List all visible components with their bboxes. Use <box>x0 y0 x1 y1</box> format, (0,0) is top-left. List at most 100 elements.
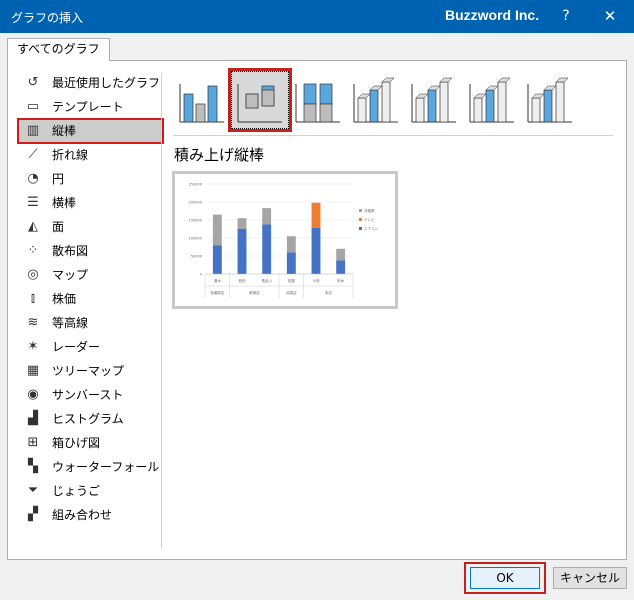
bar-エアコン <box>311 227 321 274</box>
combo-chart-icon: ▞ <box>28 507 38 522</box>
bar-冷蔵庫 <box>237 218 247 229</box>
bar-エアコン <box>336 260 346 274</box>
funnel-icon: ⏷ <box>27 483 39 498</box>
sidebar-item-line-chart[interactable]: ⟋ 折れ線 <box>18 143 163 167</box>
bar-エアコン <box>212 245 222 274</box>
legend-swatch <box>359 218 362 221</box>
sidebar-item-label: 円 <box>52 172 65 186</box>
category-label: 佐藤 <box>288 278 295 283</box>
stacked-column-option[interactable] <box>228 68 292 132</box>
sidebar-item-folder[interactable]: ▭ テンプレート <box>18 95 163 119</box>
clustered-column-option[interactable] <box>173 71 231 129</box>
sidebar-item-label: 箱ひげ図 <box>52 436 101 450</box>
stock-chart-icon: ⫾ <box>30 291 36 306</box>
sidebar-item-label: テンプレート <box>52 100 124 114</box>
sidebar-item-sunburst[interactable]: ◉ サンバースト <box>18 383 163 407</box>
sidebar-item-scatter-chart[interactable]: ⁘ 散布図 <box>18 239 163 263</box>
waterfall-icon: ▚ <box>28 459 38 474</box>
sidebar-item-label: マップ <box>52 268 89 282</box>
column-chart-icon: ▥ <box>26 123 40 138</box>
sidebar-item-area-chart[interactable]: ◭ 面 <box>18 215 163 239</box>
y-tick-label: 100000 <box>189 237 202 241</box>
3d-stacked-column-option[interactable] <box>405 71 463 129</box>
brand-label: Buzzword Inc. <box>445 7 540 23</box>
category-label: 鈴木 <box>337 278 344 283</box>
tab-all-charts[interactable]: すべてのグラフ <box>7 38 110 61</box>
ok-button[interactable]: OK <box>470 567 540 589</box>
sidebar-item-label: じょうご <box>52 484 101 498</box>
sidebar-item-label: 横棒 <box>52 196 77 210</box>
3d-column-icon <box>527 77 572 123</box>
dialog-title: グラフの挿入 <box>11 11 84 25</box>
category-label: 清水 <box>214 278 221 283</box>
sidebar-item-label: レーダー <box>52 340 101 354</box>
bar-エアコン <box>262 224 272 274</box>
close-button[interactable]: ✕ <box>597 0 623 33</box>
bar-テレビ <box>311 202 321 228</box>
group-label: 池袋店 <box>286 290 297 295</box>
sidebar-item-treemap[interactable]: ▦ ツリーマップ <box>18 359 163 383</box>
y-tick-label: 200000 <box>189 201 202 205</box>
category-label: 長谷川 <box>261 278 272 283</box>
bar-chart-icon: ☰ <box>27 195 39 210</box>
bar-エアコン <box>286 252 296 274</box>
help-button[interactable]: ? <box>553 0 579 33</box>
chart-panel: ↺ 最近使用したグラフ ▭ テンプレート ▥ 縦棒 ⟋ 折れ線 ◔ 円 ☰ 横棒 ◭ 面 ⁘ 散布図 ◎ マップ ⫾… <box>7 60 627 560</box>
sidebar-item-stock-chart[interactable]: ⫾ 株価 <box>18 287 163 311</box>
sidebar-item-column-chart[interactable]: ▥ 縦棒 <box>17 118 164 144</box>
radar-chart-icon: ✶ <box>27 339 39 354</box>
sidebar-item-pie-chart[interactable]: ◔ 円 <box>18 167 163 191</box>
sidebar-item-combo-chart[interactable]: ▞ 組み合わせ <box>18 503 163 527</box>
bar-エアコン <box>237 229 247 274</box>
y-tick-label: 150000 <box>189 219 202 223</box>
horizontal-divider <box>173 135 613 136</box>
sidebar-item-map-chart[interactable]: ◎ マップ <box>18 263 163 287</box>
area-chart-icon: ◭ <box>28 219 38 234</box>
sidebar-item-label: 最近使用したグラフ <box>52 76 161 90</box>
3d-column-option[interactable] <box>521 71 579 129</box>
sidebar-item-label: 散布図 <box>52 244 89 258</box>
sidebar-item-funnel[interactable]: ⏷ じょうご <box>18 479 163 503</box>
sidebar-item-histogram[interactable]: ▟ ヒストグラム <box>18 407 163 431</box>
scatter-chart-icon: ⁘ <box>27 243 39 258</box>
sidebar-item-radar-chart[interactable]: ✶ レーダー <box>18 335 163 359</box>
legend-label: エアコン <box>364 226 378 231</box>
sidebar-item-waterfall[interactable]: ▚ ウォーターフォール <box>18 455 163 479</box>
recent-icon: ↺ <box>27 75 39 90</box>
100-stacked-column-icon <box>295 83 340 123</box>
y-tick-label: 250000 <box>189 183 202 187</box>
sidebar-item-box-whisker[interactable]: ⊞ 箱ひげ図 <box>18 431 163 455</box>
legend-label: 冷蔵庫 <box>364 208 375 213</box>
sidebar-item-label: ツリーマップ <box>52 364 125 378</box>
100-stacked-column-option[interactable] <box>289 71 347 129</box>
insert-chart-dialog: グラフの挿入 Buzzword Inc. ? ✕ すべてのグラフ ↺ 最近使用した… <box>0 0 634 600</box>
3d-100-stacked-column-icon <box>469 77 514 123</box>
treemap-icon: ▦ <box>26 363 40 378</box>
clustered-column-icon <box>179 84 224 123</box>
surface-chart-icon: ≋ <box>27 315 39 330</box>
sidebar-item-label: 等高線 <box>52 316 89 330</box>
sidebar-item-surface-chart[interactable]: ≋ 等高線 <box>18 311 163 335</box>
sidebar-item-label: 面 <box>52 220 65 234</box>
sidebar-item-label: 株価 <box>52 292 77 306</box>
chart-preview[interactable]: 0 50000 100000 150000 200000 250000 清水 西田 長谷川 佐藤 小… <box>172 171 398 309</box>
y-tick-label: 50000 <box>191 255 202 259</box>
3d-clustered-column-icon <box>353 77 398 123</box>
sidebar-item-label: ヒストグラム <box>52 412 124 426</box>
box-whisker-icon: ⊞ <box>27 435 39 450</box>
3d-100-stacked-column-option[interactable] <box>463 71 521 129</box>
pie-chart-icon: ◔ <box>27 171 39 186</box>
sidebar-item-recent[interactable]: ↺ 最近使用したグラフ <box>18 71 163 95</box>
folder-icon: ▭ <box>26 99 40 114</box>
sidebar-item-label: 組み合わせ <box>52 508 113 522</box>
cancel-button[interactable]: キャンセル <box>553 567 627 589</box>
legend-label: テレビ <box>364 217 375 222</box>
chart-type-list: ↺ 最近使用したグラフ ▭ テンプレート ▥ 縦棒 ⟋ 折れ線 ◔ 円 ☰ 横棒 ◭ 面 ⁘ 散布図 ◎ マップ ⫾… <box>17 71 164 527</box>
legend-swatch <box>359 209 362 212</box>
sidebar-item-bar-chart[interactable]: ☰ 横棒 <box>18 191 163 215</box>
subtype-title: 積み上げ縦棒 <box>174 146 265 164</box>
bar-冷蔵庫 <box>212 214 222 246</box>
sunburst-icon: ◉ <box>27 387 39 402</box>
3d-clustered-column-option[interactable] <box>347 71 405 129</box>
title-bar: グラフの挿入 Buzzword Inc. ? ✕ <box>0 0 634 33</box>
